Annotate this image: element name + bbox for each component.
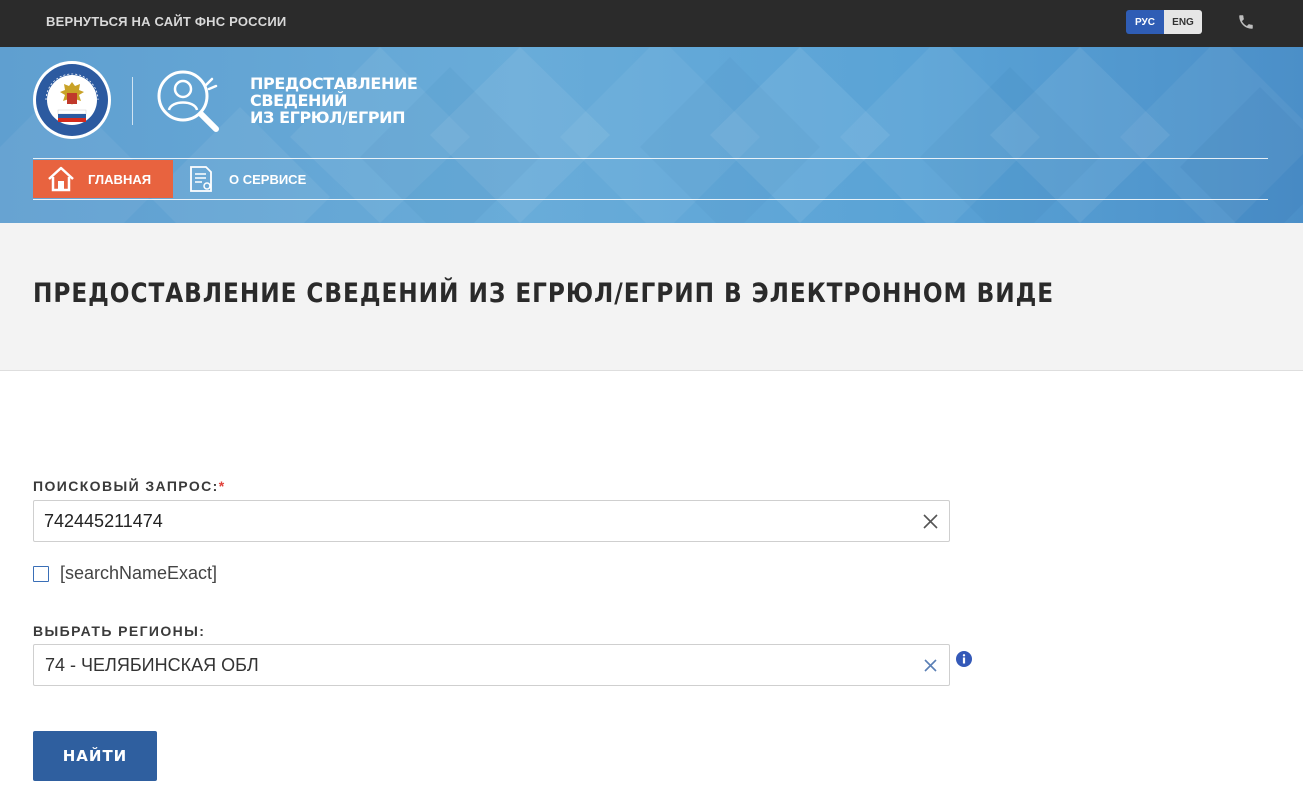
service-title-line-2: СВЕДЕНИЙ xyxy=(250,91,348,110)
search-name-exact-label: [searchNameExact] xyxy=(60,563,218,583)
service-title: ПРЕДОСТАВЛЕНИЕ СВЕДЕНИЙ ИЗ ЕГРЮЛ/ЕГРИП xyxy=(250,75,450,126)
lang-en-button[interactable]: ENG xyxy=(1164,10,1202,34)
nav-item-about-label: О СЕРВИСЕ xyxy=(229,171,307,187)
page-title: ПРЕДОСТАВЛЕНИЕ СВЕДЕНИЙ ИЗ ЕГРЮЛ/ЕГРИП В… xyxy=(33,278,1055,309)
language-switch: РУС ENG xyxy=(1126,10,1202,34)
region-label: ВЫБРАТЬ РЕГИОНЫ: xyxy=(33,623,206,639)
region-select[interactable]: 74 - ЧЕЛЯБИНСКАЯ ОБЛ xyxy=(33,644,950,686)
home-icon xyxy=(48,166,74,192)
nav-divider-top xyxy=(33,158,1268,159)
fns-emblem xyxy=(33,61,111,139)
top-bar: ВЕРНУТЬСЯ НА САЙТ ФНС РОССИИ РУС ENG xyxy=(0,0,1303,47)
query-field xyxy=(33,500,950,542)
search-button[interactable]: НАЙТИ xyxy=(33,731,157,781)
query-label: ПОИСКОВЫЙ ЗАПРОС:* xyxy=(33,478,226,494)
page-title-band: ПРЕДОСТАВЛЕНИЕ СВЕДЕНИЙ ИЗ ЕГРЮЛ/ЕГРИП В… xyxy=(0,223,1303,371)
lang-ru-button[interactable]: РУС xyxy=(1126,10,1164,34)
nav-item-home[interactable]: ГЛАВНАЯ xyxy=(33,160,173,198)
service-search-icon xyxy=(157,70,219,132)
service-title-line-3: ИЗ ЕГРЮЛ/ЕГРИП xyxy=(250,108,406,127)
required-mark: * xyxy=(218,478,226,494)
clear-query-icon[interactable] xyxy=(922,513,939,530)
nav-item-home-label: ГЛАВНАЯ xyxy=(88,171,152,187)
document-icon xyxy=(190,166,212,192)
back-to-fns-link[interactable]: ВЕРНУТЬСЯ НА САЙТ ФНС РОССИИ xyxy=(46,14,286,29)
clear-region-icon[interactable] xyxy=(922,657,939,674)
search-name-exact-row: [searchNameExact] xyxy=(33,563,217,584)
nav-divider-bottom xyxy=(33,199,1268,200)
search-input[interactable] xyxy=(34,501,914,541)
nav-item-about[interactable]: О СЕРВИСЕ xyxy=(186,160,306,198)
region-selected-value: 74 - ЧЕЛЯБИНСКАЯ ОБЛ xyxy=(45,655,259,675)
phone-icon[interactable] xyxy=(1237,13,1255,31)
query-label-text: ПОИСКОВЫЙ ЗАПРОС: xyxy=(33,478,219,494)
logo-divider xyxy=(132,77,133,125)
search-name-exact-checkbox[interactable] xyxy=(33,565,49,582)
info-icon[interactable] xyxy=(956,651,972,667)
service-title-line-1: ПРЕДОСТАВЛЕНИЕ xyxy=(250,74,418,93)
site-header: ПРЕДОСТАВЛЕНИЕ СВЕДЕНИЙ ИЗ ЕГРЮЛ/ЕГРИП Г… xyxy=(0,47,1303,223)
